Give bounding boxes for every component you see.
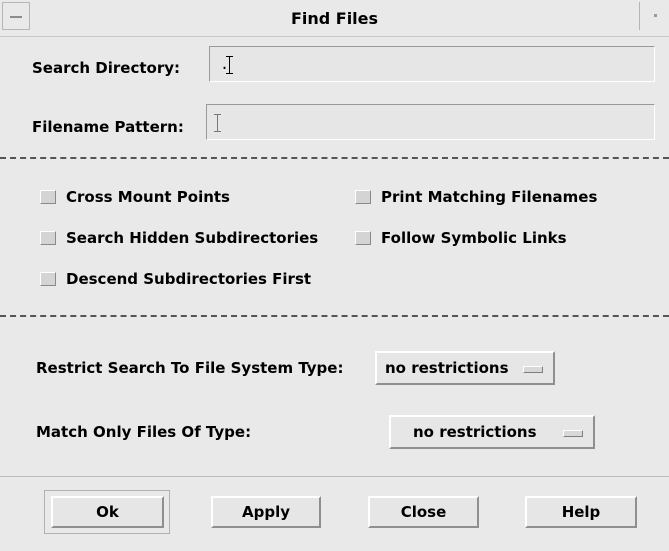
filename-pattern-label: Filename Pattern: [32,118,184,136]
help-button[interactable]: Help [525,496,637,528]
follow-symbolic-links-label: Follow Symbolic Links [381,229,567,247]
separator [0,157,669,159]
maximize-icon[interactable] [639,2,669,30]
checkbox-unchecked-icon [40,231,56,245]
ok-button[interactable]: Ok [51,496,164,528]
restrict-fs-type-value: no restrictions [385,359,509,377]
match-file-type-label: Match Only Files Of Type: [36,423,252,441]
apply-button[interactable]: Apply [211,496,321,528]
search-directory-field[interactable]: . [209,46,655,82]
print-matching-filenames-label: Print Matching Filenames [381,188,598,206]
search-directory-value: . [220,55,230,73]
restrict-fs-type-label: Restrict Search To File System Type: [36,359,344,377]
search-hidden-subdirectories-label: Search Hidden Subdirectories [66,229,319,247]
checkbox-unchecked-icon [40,190,56,204]
option-menu-icon [563,430,583,437]
title-bar[interactable]: Find Files [0,0,669,37]
separator [0,315,669,317]
print-matching-filenames-checkbox[interactable]: Print Matching Filenames [355,188,597,206]
checkbox-unchecked-icon [40,272,56,286]
search-directory-label: Search Directory: [32,59,180,77]
match-file-type-menu[interactable]: no restrictions [389,415,595,449]
find-files-dialog: Find Files Search Directory: . Filename … [0,0,669,550]
descend-subdirectories-first-checkbox[interactable]: Descend Subdirectories First [40,270,311,288]
checkbox-unchecked-icon [355,231,371,245]
cross-mount-points-label: Cross Mount Points [66,188,230,206]
filename-pattern-field[interactable] [206,104,655,140]
cross-mount-points-checkbox[interactable]: Cross Mount Points [40,188,230,206]
search-hidden-subdirectories-checkbox[interactable]: Search Hidden Subdirectories [40,229,318,247]
follow-symbolic-links-checkbox[interactable]: Follow Symbolic Links [355,229,567,247]
window-title: Find Files [290,9,379,28]
restrict-fs-type-menu[interactable]: no restrictions [375,351,555,385]
text-cursor-icon [226,55,234,74]
checkbox-unchecked-icon [355,190,371,204]
close-button[interactable]: Close [368,496,479,528]
text-cursor-icon [214,113,221,132]
button-bar: Ok Apply Close Help [0,476,669,551]
option-menu-icon [523,366,543,373]
match-file-type-value: no restrictions [413,423,537,441]
descend-subdirectories-first-label: Descend Subdirectories First [66,270,312,288]
